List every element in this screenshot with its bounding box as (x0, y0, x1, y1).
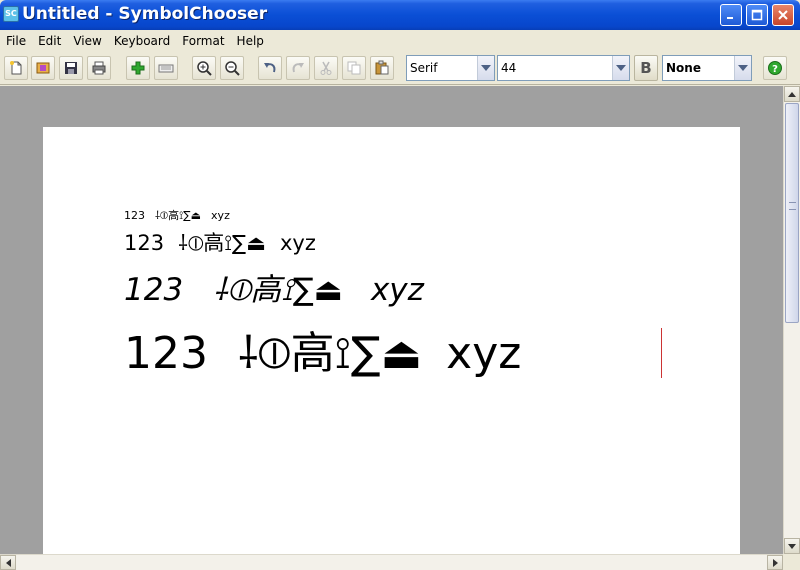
letters-text: xyz (370, 272, 424, 308)
menu-bar: File Edit View Keyboard Format Help (0, 30, 800, 51)
minimize-icon (727, 17, 733, 19)
text-line-4: 123 ⸸⦶高⟟∑⏏ xyz (124, 317, 521, 381)
letters-text: xyz (280, 231, 316, 255)
text-caret (661, 328, 662, 378)
numbers-text: 123 (124, 272, 184, 308)
open-icon (36, 62, 50, 74)
scroll-down-icon[interactable] (784, 538, 800, 554)
scrollbar-corner (783, 554, 800, 570)
numbers-text: 123 (124, 209, 145, 222)
paste-icon (375, 60, 389, 75)
undo-button[interactable] (258, 56, 282, 80)
app-icon[interactable]: SC (3, 6, 19, 22)
cut-icon (320, 61, 332, 75)
save-icon (65, 62, 77, 74)
menu-view[interactable]: View (67, 34, 107, 48)
bold-button[interactable]: B (634, 55, 658, 81)
menu-help[interactable]: Help (231, 34, 270, 48)
horizontal-scrollbar[interactable] (0, 554, 783, 570)
vertical-scrollbar[interactable] (783, 86, 800, 554)
vertical-scroll-thumb[interactable] (785, 103, 799, 323)
redo-button[interactable] (286, 56, 310, 80)
close-button[interactable] (772, 4, 794, 26)
menu-keyboard[interactable]: Keyboard (108, 34, 176, 48)
svg-text:?: ? (772, 64, 778, 75)
new-icon (10, 61, 22, 75)
letters-text: xyz (211, 209, 230, 222)
chevron-down-icon[interactable] (477, 56, 494, 80)
numbers-text: 123 (124, 231, 165, 255)
save-button[interactable] (59, 56, 83, 80)
redo-icon (292, 63, 304, 73)
style-select[interactable]: None (662, 55, 752, 81)
copy-button[interactable] (342, 56, 366, 80)
symbols-text: ⸸⦶高⟟∑⏏ (178, 231, 266, 255)
text-line-2: 123 ⸸⦶高⟟∑⏏ xyz (124, 227, 316, 257)
add-button[interactable] (126, 56, 150, 80)
document-area[interactable]: 123 ⸸⦶高⟟∑⏏ xyz 123 ⸸⦶高⟟∑⏏ xyz 123 ⸸⦶高⟟∑⏏ xyz 1… (0, 86, 783, 554)
title-bar: SC Untitled - SymbolChooser (0, 0, 800, 30)
help-icon: ? (768, 61, 782, 75)
letters-text: xyz (446, 328, 522, 379)
copy-icon (347, 61, 361, 75)
keyboard-button[interactable] (154, 56, 178, 80)
chevron-down-icon[interactable] (612, 56, 629, 80)
text-line-1: 123 ⸸⦶高⟟∑⏏ xyz (124, 207, 230, 223)
add-icon (131, 61, 145, 75)
symbols-text: ⸸⦶高⟟∑⏏ (213, 272, 343, 308)
zoom-out-button[interactable] (220, 56, 244, 80)
close-icon (778, 10, 788, 20)
keyboard-icon (158, 64, 174, 73)
print-button[interactable] (87, 56, 111, 80)
maximize-button[interactable] (746, 4, 768, 26)
help-button[interactable]: ? (763, 56, 787, 80)
zoom-in-button[interactable] (192, 56, 216, 80)
chevron-down-icon[interactable] (734, 56, 751, 80)
window-title: Untitled - SymbolChooser (22, 4, 268, 24)
undo-icon (264, 63, 276, 73)
font-family-select[interactable]: Serif (406, 55, 495, 81)
numbers-text: 123 (124, 328, 208, 379)
text-line-3: 123 ⸸⦶高⟟∑⏏ xyz (124, 264, 424, 310)
zoom-out-icon (225, 61, 240, 76)
scroll-up-icon[interactable] (784, 86, 800, 102)
zoom-in-icon (197, 61, 212, 76)
print-icon (92, 61, 106, 75)
cut-button[interactable] (314, 56, 338, 80)
open-button[interactable] (31, 56, 55, 80)
menu-format[interactable]: Format (176, 34, 230, 48)
font-size-select[interactable]: 44 (497, 55, 630, 81)
font-size-value: 44 (501, 61, 517, 75)
symbols-text: ⸸⦶高⟟∑⏏ (155, 209, 202, 222)
menu-file[interactable]: File (0, 34, 32, 48)
scroll-left-icon[interactable] (0, 555, 16, 570)
scroll-right-icon[interactable] (767, 555, 783, 570)
font-family-value: Serif (410, 61, 438, 75)
document-page[interactable]: 123 ⸸⦶高⟟∑⏏ xyz 123 ⸸⦶高⟟∑⏏ xyz 123 ⸸⦶高⟟∑⏏ xyz 1… (43, 127, 740, 554)
minimize-button[interactable] (720, 4, 742, 26)
symbols-text: ⸸⦶高⟟∑⏏ (237, 328, 423, 379)
menu-edit[interactable]: Edit (32, 34, 67, 48)
style-value: None (666, 61, 701, 75)
paste-button[interactable] (370, 56, 394, 80)
new-button[interactable] (4, 56, 28, 80)
maximize-icon (751, 9, 763, 21)
